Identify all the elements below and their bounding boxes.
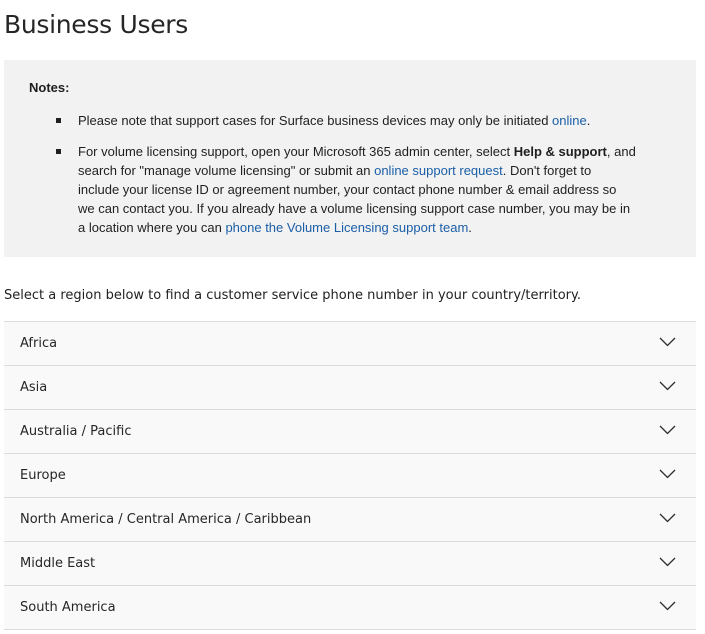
chevron-down-icon (659, 557, 676, 567)
phone-volume-licensing-link[interactable]: phone the Volume Licensing support team (225, 220, 468, 235)
chevron-down-icon (659, 513, 676, 523)
note-text: For volume licensing support, open your … (78, 144, 514, 159)
region-label: Asia (20, 380, 48, 395)
note-item-surface: Please note that support cases for Surfa… (56, 111, 636, 130)
page: Business Users Notes: Please note that s… (0, 0, 705, 634)
note-item-volume-licensing: For volume licensing support, open your … (56, 142, 636, 237)
region-accordion: Africa Asia Australia / Pacific Europe N… (4, 321, 696, 630)
note-text-end: . (586, 113, 591, 128)
page-title: Business Users (4, 10, 188, 39)
notes-panel: Notes: Please note that support cases fo… (4, 60, 696, 257)
chevron-down-icon (659, 601, 676, 611)
chevron-down-icon (659, 337, 676, 347)
region-item-africa[interactable]: Africa (4, 322, 696, 366)
region-item-europe[interactable]: Europe (4, 454, 696, 498)
note-text: Please note that support cases for Surfa… (78, 113, 553, 128)
region-label: Australia / Pacific (20, 424, 132, 439)
chevron-down-icon (659, 381, 676, 391)
chevron-down-icon (659, 425, 676, 435)
square-bullet-icon (56, 149, 61, 154)
online-support-request-link[interactable]: online support request (374, 163, 503, 178)
region-item-north-america[interactable]: North America / Central America / Caribb… (4, 498, 696, 542)
notes-list: Please note that support cases for Surfa… (56, 111, 636, 237)
region-item-middle-east[interactable]: Middle East (4, 542, 696, 586)
square-bullet-icon (56, 118, 61, 123)
note-text-end: . (468, 220, 472, 235)
help-support-label: Help & support (513, 144, 607, 159)
notes-heading: Notes: (29, 80, 70, 95)
region-label: South America (20, 600, 116, 615)
region-item-south-america[interactable]: South America (4, 586, 696, 630)
region-item-australia-pacific[interactable]: Australia / Pacific (4, 410, 696, 454)
region-label: Middle East (20, 556, 96, 571)
region-label: North America / Central America / Caribb… (20, 512, 312, 527)
online-link[interactable]: online (552, 113, 587, 128)
region-item-asia[interactable]: Asia (4, 366, 696, 410)
region-intro-text: Select a region below to find a customer… (4, 288, 581, 303)
chevron-down-icon (659, 469, 676, 479)
region-label: Europe (20, 468, 66, 483)
region-label: Africa (20, 336, 58, 351)
